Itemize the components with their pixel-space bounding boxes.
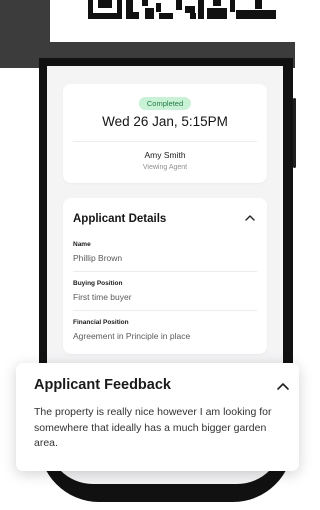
divider — [73, 271, 257, 272]
field-value-name: Phillip Brown — [73, 253, 123, 263]
chevron-up-icon[interactable] — [243, 212, 257, 224]
agent-name: Amy Smith — [144, 150, 186, 160]
applicant-feedback-text: The property is really nice however I am… — [34, 406, 272, 449]
divider — [73, 141, 257, 142]
qr-code — [50, 0, 295, 42]
status-badge: Completed — [138, 97, 192, 110]
field-label-financial-position: Financial Position — [73, 319, 129, 326]
applicant-feedback-title: Applicant Feedback — [34, 377, 171, 393]
applicant-feedback-panel: Applicant Feedback The property is reall… — [16, 363, 299, 471]
field-value-financial-position: Agreement in Principle in place — [73, 331, 191, 341]
field-value-buying-position: First time buyer — [73, 292, 132, 302]
agent-role: Viewing Agent — [142, 164, 188, 171]
divider — [73, 310, 257, 311]
field-label-name: Name — [73, 241, 91, 248]
field-label-buying-position: Buying Position — [73, 280, 123, 287]
appointment-card: Completed Wed 26 Jan, 5:15PM Amy Smith V… — [63, 84, 267, 183]
applicant-details-card: Applicant Details Name Phillip Brown Buy… — [63, 198, 267, 354]
applicant-details-title: Applicant Details — [73, 213, 167, 225]
chevron-up-icon[interactable] — [275, 380, 291, 392]
appointment-date: Wed 26 Jan, 5:15PM — [102, 114, 228, 129]
